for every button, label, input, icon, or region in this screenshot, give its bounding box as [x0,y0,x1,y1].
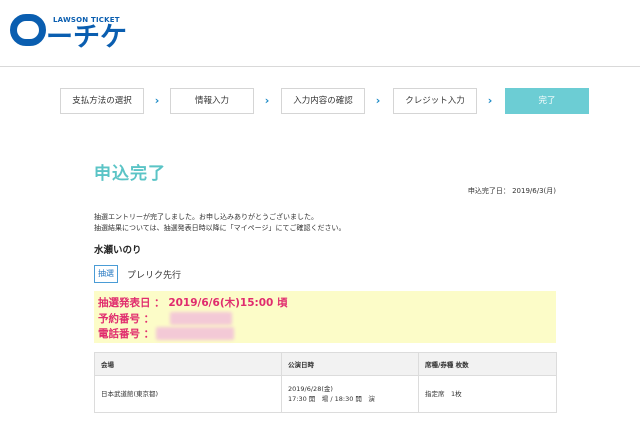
logo-main-text: ーチケ [46,22,127,53]
apply-date: 申込完了日： 2019/6/3(月) [468,186,556,196]
step-arrow-icon: › [487,94,493,107]
site-header: LAWSON TICKET ーチケ [0,0,640,67]
step-complete: 完了 [505,88,589,114]
reservation-number-redacted [170,312,232,325]
header-seat: 席種/券種 枚数 [418,352,557,376]
reservation-label: 予約番号 ： [98,313,155,325]
result-notice-message: 抽選結果については、抽選発表日時以降に「マイページ」にてご確認ください。 [94,224,346,232]
ticket-details-table: 会場 公演日時 席種/券種 枚数 日本武道館(東京都) 2019/6/28(金)… [94,352,557,413]
performance-time: 17:30 開 場 / 18:30 開 演 [288,395,375,403]
step-confirm: 入力内容の確認 [281,88,365,114]
performance-date: 2019/6/28(金) [288,385,333,393]
complete-message: 抽選エントリーが完了しました。お申し込みありがとうございました。 [94,213,318,221]
artist-name: 水瀬いのり [94,245,142,256]
sale-name: プレリク先行 [127,271,182,281]
reservation-number: 予約番号 ： [98,311,154,326]
step-info-input: 情報入力 [170,88,254,114]
seat-cell: 指定席 1枚 [418,375,557,413]
logo-o-mark [10,14,46,46]
datetime-cell: 2019/6/28(金) 17:30 開 場 / 18:30 開 演 [281,375,419,413]
page-title: 申込完了 [94,164,166,184]
phone-number: 電話番号 ： [98,326,154,341]
announce-date: 抽選発表日 ： 2019/6/6(木)15:00 頃 [98,295,288,310]
apply-date-value: 2019/6/3(月) [512,187,556,195]
lawson-ticket-logo[interactable]: LAWSON TICKET ーチケ [10,10,150,60]
venue-cell: 日本武道館(東京都) [94,375,282,413]
step-arrow-icon: › [375,94,381,107]
step-credit-input: クレジット入力 [393,88,477,114]
header-datetime: 公演日時 [281,352,419,376]
progress-steps: 支払方法の選択 › 情報入力 › 入力内容の確認 › クレジット入力 › 完了 [60,88,590,114]
step-arrow-icon: › [154,94,160,107]
table-row: 日本武道館(東京都) 2019/6/28(金) 17:30 開 場 / 18:3… [94,375,557,413]
announce-label: 抽選発表日 ： [98,297,165,309]
table-header-row: 会場 公演日時 席種/券種 枚数 [94,352,557,376]
step-arrow-icon: › [264,94,270,107]
announce-value: 2019/6/6(木)15:00 頃 [168,297,288,309]
header-venue: 会場 [94,352,282,376]
lottery-badge: 抽選 [94,265,118,283]
lottery-result-box: 抽選発表日 ： 2019/6/6(木)15:00 頃 予約番号 ： 電話番号 ： [94,291,556,343]
phone-number-redacted [156,327,234,340]
phone-label: 電話番号 ： [98,328,155,340]
step-payment-method: 支払方法の選択 [60,88,144,114]
apply-date-label: 申込完了日： [467,187,510,195]
